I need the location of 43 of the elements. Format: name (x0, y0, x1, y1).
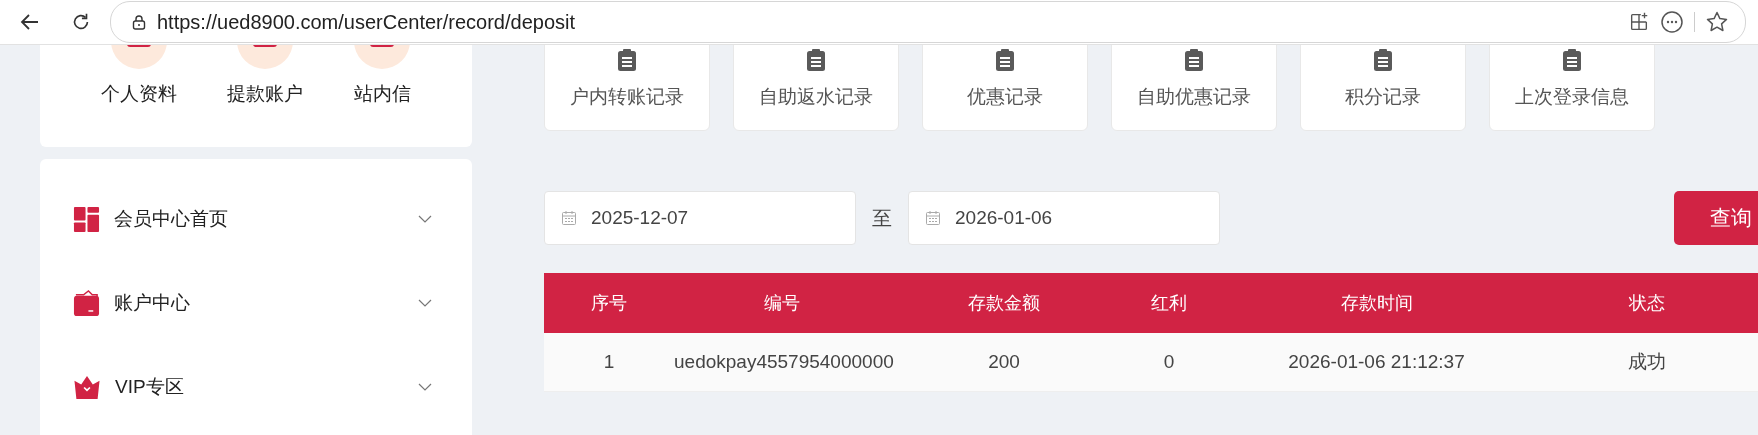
calendar-icon (925, 210, 941, 226)
clipboard-icon (1562, 48, 1582, 72)
record-tab[interactable]: 上次登录信息 (1489, 45, 1655, 131)
clipboard-icon (995, 48, 1015, 72)
column-header: 状态 (1627, 292, 1666, 315)
column-header: 存款时间 (1339, 292, 1414, 315)
column-header: 编号 (762, 292, 801, 315)
column-header: 序号 (590, 292, 628, 315)
record-tab[interactable]: 积分记录 (1300, 45, 1466, 131)
star-icon[interactable] (1705, 10, 1729, 34)
split-screen-icon[interactable] (1628, 11, 1650, 33)
table-cell-text: 200 (987, 351, 1021, 373)
query-button[interactable]: 查询 (1674, 191, 1758, 245)
profile-shortcut-link[interactable]: 站内信 (353, 81, 411, 107)
record-tab[interactable]: 自助返水记录 (733, 45, 899, 131)
clipboard-icon (1184, 48, 1204, 72)
menu-item[interactable]: VIP专区 (40, 345, 472, 429)
clipboard-icon (617, 48, 637, 72)
profile-shortcut-link[interactable]: 个人资料 (101, 81, 178, 107)
wallet-icon (73, 289, 100, 317)
record-tab[interactable]: 自助优惠记录 (1111, 45, 1277, 131)
menu-item[interactable]: 账户中心 (40, 261, 472, 345)
table-cell-text: 0 (1162, 351, 1176, 373)
record-tab[interactable]: 优惠记录 (922, 45, 1088, 131)
address-bar[interactable]: https://ued8900.com/userCenter/record/deposit (110, 1, 1746, 43)
table-cell-text: 1 (602, 351, 616, 373)
table-cell-text: 2026-01-06 21:12:37 (1287, 351, 1466, 373)
end-date-field[interactable]: 2026-01-06 (908, 191, 1220, 245)
menu-item[interactable]: 会员中心首页 (40, 177, 472, 261)
clipboard-icon (1373, 48, 1393, 72)
more-icon[interactable] (1660, 10, 1684, 34)
column-header: 存款金额 (967, 292, 1041, 315)
clipboard-icon (806, 48, 826, 72)
start-date-field[interactable]: 2025-12-07 (544, 191, 856, 245)
calendar-icon (561, 210, 577, 226)
table-cell-text: 成功 (1626, 350, 1667, 374)
profile-shortcut-link[interactable]: 提款账户 (227, 81, 304, 107)
range-separator: 至 (872, 205, 892, 231)
column-header: 红利 (1150, 292, 1188, 315)
dashboard-icon (73, 205, 100, 233)
record-tab[interactable]: 户内转账记录 (544, 45, 710, 131)
lock-icon[interactable] (131, 14, 147, 30)
url-text: https://ued8900.com/userCenter/record/deposit (157, 10, 576, 34)
